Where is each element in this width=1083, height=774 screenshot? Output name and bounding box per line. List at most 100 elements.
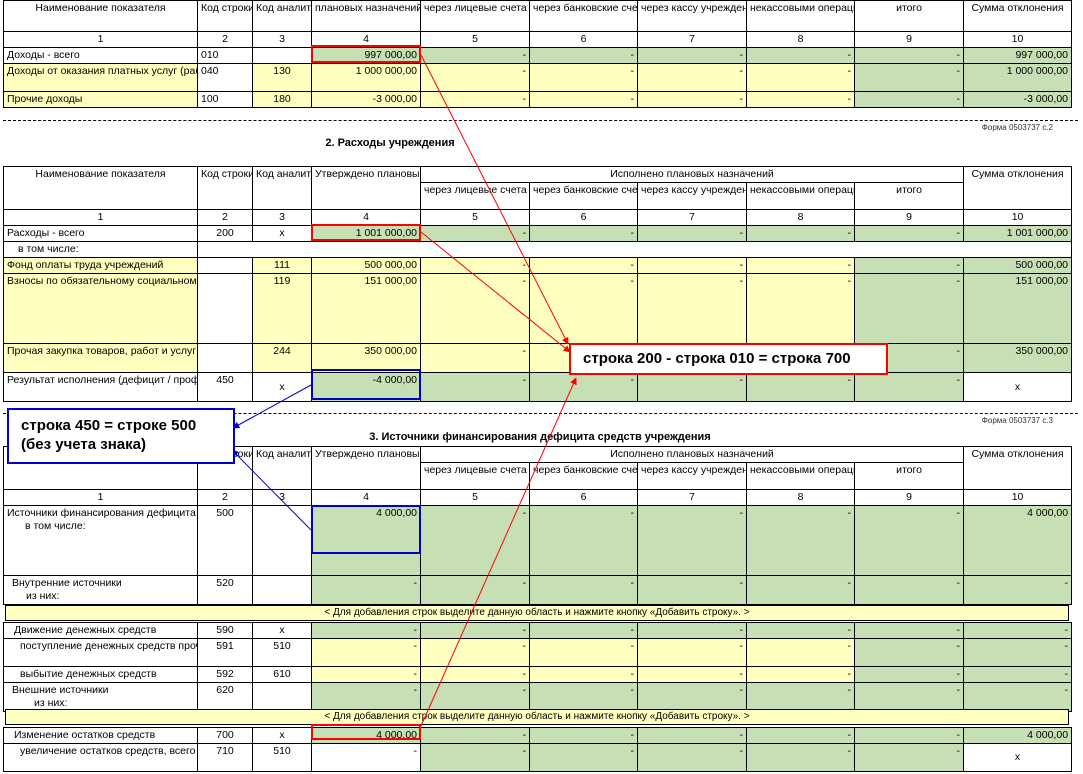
value-cell[interactable]: - bbox=[529, 727, 638, 744]
value-cell[interactable]: - bbox=[746, 622, 855, 639]
value-cell[interactable]: - bbox=[420, 47, 530, 64]
value-cell[interactable]: - bbox=[637, 505, 747, 576]
deviation-cell[interactable]: - bbox=[963, 682, 1073, 712]
approved-cell[interactable]: - bbox=[311, 682, 421, 712]
value-cell[interactable]: - bbox=[529, 638, 638, 667]
row-analytics[interactable]: 119 bbox=[252, 273, 312, 344]
value-cell[interactable]: - bbox=[746, 91, 855, 108]
deviation-cell[interactable]: - bbox=[963, 638, 1073, 667]
value-cell[interactable]: - bbox=[854, 47, 964, 64]
value-cell[interactable]: - bbox=[853, 225, 965, 242]
value-cell[interactable]: - bbox=[529, 225, 638, 242]
deviation-cell[interactable]: - bbox=[963, 622, 1073, 639]
value-cell[interactable]: - bbox=[529, 47, 638, 64]
value-cell[interactable]: - bbox=[420, 666, 530, 683]
value-cell[interactable]: - bbox=[529, 91, 638, 108]
value-cell[interactable]: - bbox=[746, 682, 855, 712]
approved-cell[interactable]: - bbox=[311, 622, 421, 639]
value-cell[interactable]: - bbox=[420, 743, 530, 772]
value-cell[interactable]: - bbox=[637, 257, 747, 274]
value-cell[interactable]: - bbox=[746, 727, 855, 744]
add-row-area[interactable]: < Для добавления строк выделите данную о… bbox=[5, 605, 1069, 621]
value-cell[interactable]: - bbox=[746, 575, 855, 605]
value-cell[interactable]: - bbox=[420, 505, 530, 576]
value-cell[interactable]: - bbox=[420, 273, 530, 344]
value-cell[interactable]: - bbox=[853, 638, 965, 667]
value-cell[interactable]: - bbox=[853, 372, 965, 402]
value-cell[interactable]: - bbox=[529, 575, 638, 605]
value-cell[interactable]: - bbox=[420, 575, 530, 605]
value-cell[interactable]: - bbox=[637, 638, 747, 667]
value-cell[interactable]: - bbox=[853, 575, 965, 605]
value-cell[interactable]: - bbox=[529, 372, 638, 402]
row-analytics[interactable]: 130 bbox=[252, 63, 312, 92]
value-cell[interactable]: - bbox=[420, 343, 530, 373]
value-cell[interactable]: - bbox=[529, 622, 638, 639]
approved-cell[interactable]: -3 000,00 bbox=[311, 91, 421, 108]
value-cell[interactable]: - bbox=[420, 682, 530, 712]
value-cell[interactable]: - bbox=[637, 575, 747, 605]
value-cell[interactable]: - bbox=[854, 91, 964, 108]
value-cell[interactable]: - bbox=[420, 622, 530, 639]
value-cell[interactable]: - bbox=[637, 225, 747, 242]
value-cell[interactable]: - bbox=[420, 257, 530, 274]
value-cell[interactable]: - bbox=[529, 257, 638, 274]
value-cell[interactable]: - bbox=[746, 47, 855, 64]
value-cell[interactable]: - bbox=[746, 505, 855, 576]
row-analytics[interactable]: 111 bbox=[252, 257, 312, 274]
value-cell[interactable]: - bbox=[746, 273, 855, 344]
value-cell[interactable]: - bbox=[746, 666, 855, 683]
value-cell[interactable]: - bbox=[637, 666, 747, 683]
value-cell[interactable]: - bbox=[529, 743, 638, 772]
approved-cell[interactable]: - bbox=[311, 666, 421, 683]
deviation-cell[interactable]: 4 000,00 bbox=[963, 505, 1073, 576]
deviation-cell[interactable]: 500 000,00 bbox=[963, 257, 1073, 274]
approved-cell[interactable]: 151 000,00 bbox=[311, 273, 421, 344]
value-cell[interactable]: - bbox=[420, 727, 530, 744]
value-cell[interactable]: - bbox=[853, 666, 965, 683]
value-cell[interactable]: - bbox=[746, 63, 855, 92]
value-cell[interactable]: - bbox=[637, 682, 747, 712]
value-cell[interactable]: - bbox=[420, 225, 530, 242]
deviation-cell[interactable]: 997 000,00 bbox=[963, 47, 1072, 64]
value-cell[interactable]: - bbox=[637, 727, 747, 744]
value-cell[interactable]: - bbox=[637, 47, 747, 64]
deviation-cell[interactable]: 350 000,00 bbox=[963, 343, 1073, 373]
value-cell[interactable]: - bbox=[637, 622, 747, 639]
deviation-cell[interactable]: -3 000,00 bbox=[963, 91, 1072, 108]
value-cell[interactable]: - bbox=[746, 638, 855, 667]
value-cell[interactable]: - bbox=[853, 682, 965, 712]
value-cell[interactable]: - bbox=[746, 257, 855, 274]
deviation-cell[interactable]: x bbox=[963, 743, 1073, 772]
value-cell[interactable]: - bbox=[853, 727, 965, 744]
value-cell[interactable]: - bbox=[637, 91, 747, 108]
value-cell[interactable]: - bbox=[853, 505, 965, 576]
approved-cell[interactable]: - bbox=[311, 743, 421, 772]
value-cell[interactable]: - bbox=[637, 372, 747, 402]
value-cell[interactable]: - bbox=[746, 372, 855, 402]
value-cell[interactable]: - bbox=[637, 63, 747, 92]
value-cell[interactable]: - bbox=[746, 743, 855, 772]
deviation-cell[interactable]: x bbox=[963, 372, 1073, 402]
value-cell[interactable]: - bbox=[420, 63, 530, 92]
value-cell[interactable]: - bbox=[529, 63, 638, 92]
approved-cell[interactable]: 1 000 000,00 bbox=[311, 63, 421, 92]
approved-cell[interactable]: - bbox=[311, 575, 421, 605]
value-cell[interactable]: - bbox=[853, 622, 965, 639]
value-cell[interactable]: - bbox=[529, 682, 638, 712]
deviation-cell[interactable]: 4 000,00 bbox=[963, 727, 1073, 744]
value-cell[interactable]: - bbox=[420, 638, 530, 667]
value-cell[interactable]: - bbox=[529, 273, 638, 344]
value-cell[interactable]: - bbox=[637, 273, 747, 344]
deviation-cell[interactable]: 1 001 000,00 bbox=[963, 225, 1073, 242]
value-cell[interactable]: - bbox=[854, 63, 964, 92]
value-cell[interactable]: - bbox=[853, 743, 965, 772]
value-cell[interactable]: - bbox=[637, 743, 747, 772]
value-cell[interactable]: - bbox=[420, 372, 530, 402]
approved-cell[interactable]: 500 000,00 bbox=[311, 257, 421, 274]
value-cell[interactable]: - bbox=[529, 666, 638, 683]
row-analytics[interactable]: 244 bbox=[252, 343, 312, 373]
deviation-cell[interactable]: - bbox=[963, 666, 1073, 683]
value-cell[interactable]: - bbox=[853, 273, 965, 344]
deviation-cell[interactable]: 151 000,00 bbox=[963, 273, 1073, 344]
